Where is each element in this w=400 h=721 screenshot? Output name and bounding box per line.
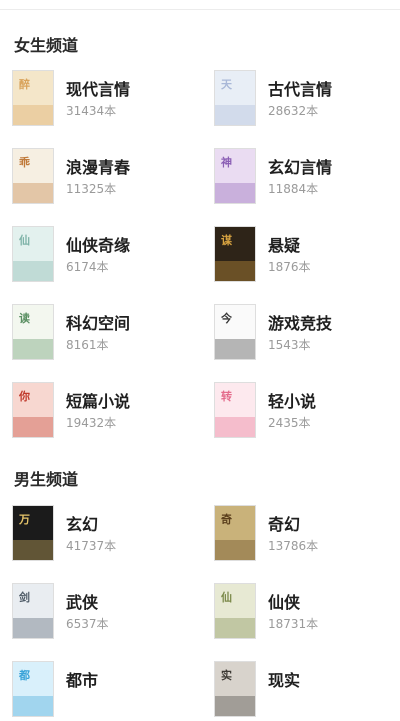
category-name: 玄幻言情 <box>268 158 333 177</box>
book-count: 41737本 <box>66 539 117 553</box>
book-cover-image: 天 <box>214 70 256 126</box>
category-item[interactable]: 谋 悬疑 1876本 <box>214 226 400 286</box>
category-item[interactable]: 醉 现代言情 31434本 <box>12 70 202 130</box>
book-cover-image: 仙 <box>214 583 256 639</box>
category-name: 都市 <box>66 671 99 690</box>
category-name: 悬疑 <box>268 236 301 255</box>
category-name: 现代言情 <box>66 80 131 99</box>
cover-title-glyph: 实 <box>221 669 232 682</box>
category-name: 玄幻 <box>66 515 99 534</box>
category-item[interactable]: 乖 浪漫青春 11325本 <box>12 148 202 208</box>
cover-art-band <box>215 696 255 716</box>
category-item[interactable]: 天 古代言情 28632本 <box>214 70 400 130</box>
book-cover-image: 你 <box>12 382 54 438</box>
book-count: 28632本 <box>268 104 319 118</box>
category-name: 科幻空间 <box>66 314 131 333</box>
cover-art-band <box>13 339 53 359</box>
cover-title-glyph: 仙 <box>19 234 30 247</box>
cover-art-band <box>215 183 255 203</box>
book-cover-image: 谋 <box>214 226 256 282</box>
cover-title-glyph: 剑 <box>19 591 30 604</box>
category-name: 仙侠 <box>268 593 301 612</box>
category-name: 仙侠奇缘 <box>66 236 131 255</box>
book-cover-image: 读 <box>12 304 54 360</box>
category-item[interactable]: 剑 武侠 6537本 <box>12 583 202 643</box>
category-item[interactable]: 都 都市 <box>12 661 202 721</box>
cover-art-band <box>215 618 255 638</box>
category-name: 短篇小说 <box>66 392 131 411</box>
book-cover-image: 实 <box>214 661 256 717</box>
book-cover-image: 转 <box>214 382 256 438</box>
book-cover-image: 乖 <box>12 148 54 204</box>
book-count: 6537本 <box>66 617 109 631</box>
category-item[interactable]: 神 玄幻言情 11884本 <box>214 148 400 208</box>
cover-title-glyph: 神 <box>221 156 232 169</box>
cover-art-band <box>13 105 53 125</box>
category-name: 游戏竞技 <box>268 314 333 333</box>
book-count: 31434本 <box>66 104 117 118</box>
category-item[interactable]: 今 游戏竞技 1543本 <box>214 304 400 364</box>
cover-title-glyph: 你 <box>19 390 30 403</box>
section-title-female: 女生频道 <box>14 36 79 55</box>
category-item[interactable]: 读 科幻空间 8161本 <box>12 304 202 364</box>
book-cover-image: 仙 <box>12 226 54 282</box>
cover-title-glyph: 醉 <box>19 78 30 91</box>
book-cover-image: 醉 <box>12 70 54 126</box>
cover-art-band <box>215 261 255 281</box>
book-count: 11325本 <box>66 182 117 196</box>
cover-title-glyph: 都 <box>19 669 30 682</box>
category-name: 轻小说 <box>268 392 317 411</box>
cover-art-band <box>215 339 255 359</box>
section-title-male: 男生频道 <box>14 470 79 489</box>
category-item[interactable]: 仙 仙侠 18731本 <box>214 583 400 643</box>
category-name: 武侠 <box>66 593 99 612</box>
book-count: 8161本 <box>66 338 109 352</box>
cover-title-glyph: 奇 <box>221 513 232 526</box>
book-count: 6174本 <box>66 260 109 274</box>
book-count: 18731本 <box>268 617 319 631</box>
book-count: 19432本 <box>66 416 117 430</box>
book-count: 13786本 <box>268 539 319 553</box>
cover-art-band <box>13 618 53 638</box>
category-name: 现实 <box>268 671 301 690</box>
cover-title-glyph: 谋 <box>221 234 232 247</box>
cover-art-band <box>13 261 53 281</box>
cover-art-band <box>13 540 53 560</box>
cover-art-band <box>215 540 255 560</box>
cover-art-band <box>215 105 255 125</box>
category-item[interactable]: 仙 仙侠奇缘 6174本 <box>12 226 202 286</box>
cover-title-glyph: 读 <box>19 312 30 325</box>
book-count: 1543本 <box>268 338 311 352</box>
category-item[interactable]: 转 轻小说 2435本 <box>214 382 400 442</box>
cover-art-band <box>13 183 53 203</box>
category-name: 浪漫青春 <box>66 158 131 177</box>
category-item[interactable]: 你 短篇小说 19432本 <box>12 382 202 442</box>
book-cover-image: 万 <box>12 505 54 561</box>
book-cover-image: 都 <box>12 661 54 717</box>
cover-title-glyph: 天 <box>221 78 232 91</box>
cover-art-band <box>13 417 53 437</box>
category-name: 古代言情 <box>268 80 333 99</box>
book-count: 11884本 <box>268 182 319 196</box>
cover-title-glyph: 仙 <box>221 591 232 604</box>
cover-title-glyph: 乖 <box>19 156 30 169</box>
category-name: 奇幻 <box>268 515 301 534</box>
top-divider <box>0 0 400 10</box>
cover-art-band <box>13 696 53 716</box>
book-cover-image: 奇 <box>214 505 256 561</box>
book-cover-image: 神 <box>214 148 256 204</box>
cover-title-glyph: 今 <box>221 312 232 325</box>
category-item[interactable]: 实 现实 <box>214 661 400 721</box>
category-item[interactable]: 奇 奇幻 13786本 <box>214 505 400 565</box>
book-count: 1876本 <box>268 260 311 274</box>
book-cover-image: 剑 <box>12 583 54 639</box>
cover-title-glyph: 万 <box>19 513 30 526</box>
category-item[interactable]: 万 玄幻 41737本 <box>12 505 202 565</box>
book-count: 2435本 <box>268 416 311 430</box>
cover-art-band <box>215 417 255 437</box>
cover-title-glyph: 转 <box>221 390 232 403</box>
book-cover-image: 今 <box>214 304 256 360</box>
